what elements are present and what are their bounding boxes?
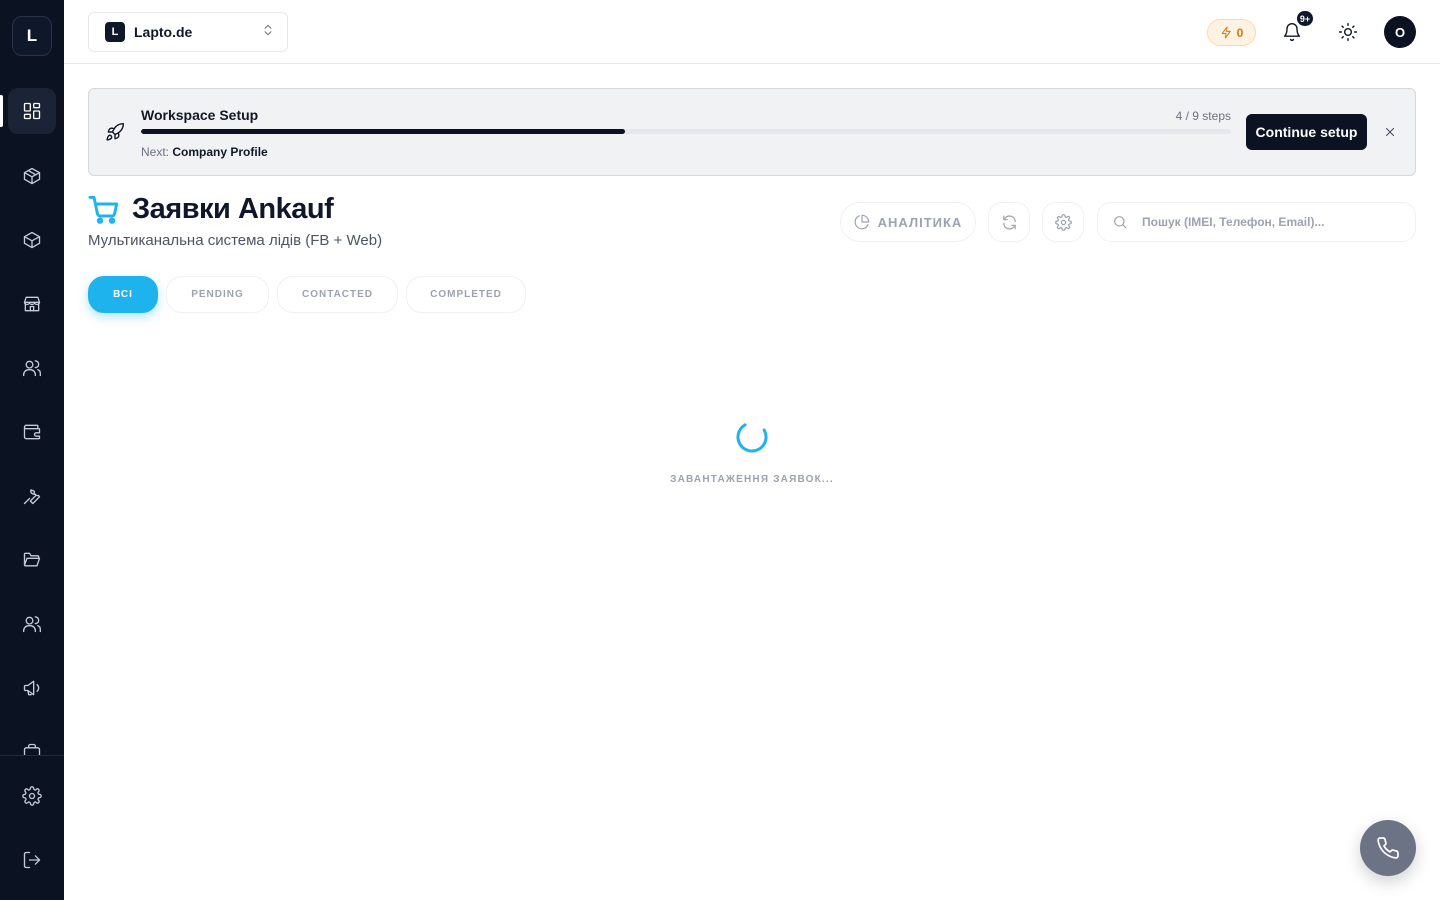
setup-steps-count: 4 / 9 steps (1175, 109, 1231, 123)
settings-icon (22, 786, 42, 806)
phone-icon (1377, 837, 1399, 859)
box-icon (23, 231, 41, 249)
logout-icon (23, 851, 41, 869)
setup-next-value: Company Profile (172, 145, 268, 159)
notifications-badge: 9+ (1296, 10, 1314, 27)
sidebar-item-store[interactable] (8, 281, 56, 327)
sidebar-item-team[interactable] (8, 601, 56, 647)
setup-progress-bar (141, 129, 1231, 134)
notifications-button[interactable]: 9+ (1278, 10, 1314, 46)
theme-toggle[interactable] (1334, 18, 1362, 46)
settings-button[interactable] (1042, 202, 1084, 242)
megaphone-icon (23, 680, 40, 696)
wallet-icon (23, 424, 41, 440)
sidebar-item-jobs[interactable] (8, 729, 56, 755)
credits-badge[interactable]: 0 (1207, 19, 1256, 46)
loading-spinner (735, 420, 769, 454)
user-avatar[interactable]: O (1384, 16, 1416, 48)
sidebar-item-settings[interactable] (8, 773, 56, 819)
tab-pending[interactable]: PENDING (166, 276, 269, 313)
setup-title: Workspace Setup (141, 107, 259, 123)
sidebar-item-customers[interactable] (8, 345, 56, 391)
continue-setup-button[interactable]: Continue setup (1246, 114, 1367, 150)
sidebar-item-products[interactable] (8, 153, 56, 199)
tab-completed[interactable]: COMPLETED (406, 276, 526, 313)
shopping-cart-icon (88, 194, 120, 226)
analytics-button[interactable]: АНАЛІТИКА (840, 202, 976, 242)
sidebar-item-dashboard[interactable] (8, 88, 56, 134)
dashboard-icon (23, 102, 41, 120)
analytics-label: АНАЛІТИКА (877, 214, 963, 230)
refresh-button[interactable] (988, 202, 1030, 242)
setup-next-label: Next: (141, 145, 170, 159)
credits-count: 0 (1236, 25, 1244, 40)
call-button[interactable] (1360, 820, 1416, 876)
search-icon (1114, 216, 1127, 229)
tab-contacted[interactable]: CONTACTED (277, 276, 398, 313)
search-input[interactable] (1142, 215, 1402, 229)
sidebar-item-logout[interactable] (8, 837, 56, 883)
sidebar: L (0, 0, 64, 900)
lightning-icon (1221, 26, 1231, 39)
close-icon (1385, 127, 1395, 137)
tab-all[interactable]: ВСІ (88, 276, 158, 313)
briefcase-icon (23, 743, 41, 755)
setup-next-step: Next: Company Profile (141, 145, 268, 159)
store-icon (23, 296, 41, 312)
workspace-selector[interactable]: L Lapto.de (88, 12, 288, 52)
setup-progress-fill (141, 129, 625, 134)
chevron-up-down-icon (261, 23, 275, 42)
loading-text: ЗАВАНТАЖЕННЯ ЗАЯВОК... (670, 474, 834, 485)
sidebar-item-finance[interactable] (8, 409, 56, 455)
sun-icon (1338, 22, 1358, 42)
pie-chart-icon (854, 214, 869, 230)
close-setup-button[interactable] (1381, 123, 1399, 141)
refresh-icon (1002, 215, 1016, 229)
rocket-icon (105, 122, 127, 144)
active-indicator (0, 95, 3, 127)
sidebar-item-files[interactable] (8, 537, 56, 583)
sidebar-item-marketing[interactable] (8, 665, 56, 711)
search-box (1097, 202, 1416, 242)
workspace-badge: L (105, 22, 125, 42)
page-subtitle: Мультиканальна система лідів (FB + Web) (88, 232, 383, 249)
topbar: L Lapto.de 0 9+ O (64, 0, 1440, 64)
workspace-setup-banner: Workspace Setup 4 / 9 steps Next: Compan… (88, 88, 1416, 176)
workspace-name: Lapto.de (134, 24, 193, 40)
team-icon (23, 616, 41, 633)
package-icon (23, 167, 41, 185)
sidebar-nav (0, 0, 64, 755)
folder-icon (23, 552, 41, 567)
page-title: Заявки Ankauf (132, 193, 334, 225)
sidebar-divider (0, 755, 64, 756)
sidebar-item-inventory[interactable] (8, 217, 56, 263)
gear-icon (1054, 213, 1072, 231)
wrench-icon (23, 489, 41, 505)
users-icon (23, 360, 41, 377)
